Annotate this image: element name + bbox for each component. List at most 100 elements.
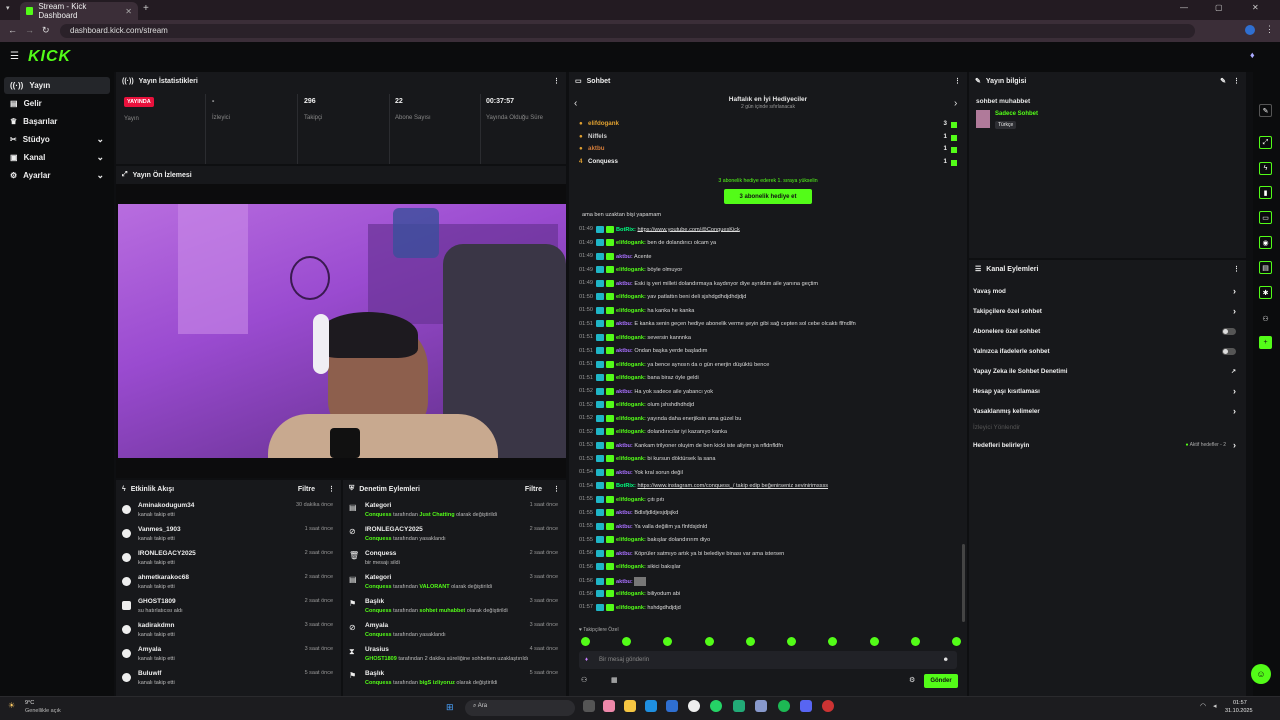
chat-message[interactable]: 01:49 aktbu: Acente xyxy=(579,252,951,266)
emotes-only-toggle[interactable] xyxy=(1222,347,1236,355)
sidebar-item-studio[interactable]: ✂ Stüdyo ⌄ xyxy=(4,131,110,148)
kick-logo[interactable]: KICK xyxy=(28,48,71,66)
subscribers-only-toggle[interactable] xyxy=(1222,327,1236,335)
taskbar-search[interactable]: ⌕ Ara xyxy=(465,700,575,716)
users-tool-icon[interactable]: ⚇ xyxy=(1259,312,1272,325)
action-account-age[interactable]: Hesap yaşı kısıtlaması › xyxy=(973,382,1236,400)
edit-tool-icon[interactable]: ✎ xyxy=(1259,104,1272,117)
browser-menu-icon[interactable]: ⋮ xyxy=(1265,24,1274,35)
chat-message[interactable]: 01:52 elifdogank: dolandırıcılar iyi kaza… xyxy=(579,428,951,441)
stream-tool-icon[interactable]: ◉ xyxy=(1259,236,1272,249)
chat-message[interactable]: 01:55 aktbu: Bdlsfjdldjesjdjsjkd xyxy=(579,509,951,522)
action-set-goals[interactable]: Hedefleri belirleyin ● Aktif hedefler - 2… xyxy=(973,436,1236,454)
filter-button[interactable]: Filtre xyxy=(298,486,315,493)
activity-user[interactable]: IRONLEGACY2025 xyxy=(138,550,196,557)
activity-user[interactable]: Amyala xyxy=(138,646,161,653)
close-window-icon[interactable]: ✕ xyxy=(1252,3,1259,12)
emote-icon[interactable] xyxy=(622,637,632,646)
taskbar-folder-icon[interactable] xyxy=(624,700,636,712)
moderation-target[interactable]: IRONLEGACY2025 xyxy=(365,526,423,533)
emoji-picker-icon[interactable]: ☻ xyxy=(943,657,949,663)
taskbar-app-icon[interactable] xyxy=(733,700,745,712)
chat-message[interactable]: 01:51 elifdogank: ya bence aynısın da o g… xyxy=(579,360,951,374)
taskbar-app-icon[interactable] xyxy=(603,700,615,712)
wifi-icon[interactable]: ◠ xyxy=(1200,702,1206,710)
taskbar-discord-icon[interactable] xyxy=(800,700,812,712)
message-username[interactable]: elifdogank: xyxy=(616,604,646,610)
activity-user[interactable]: Aminakodugum34 xyxy=(138,502,194,509)
chat-message[interactable]: 01:56 aktbu: xyxy=(579,576,951,590)
message-username[interactable]: aktbu: xyxy=(616,578,633,584)
chat-message[interactable]: 01:50 elifdogank: ha kanka he kanka xyxy=(579,306,951,320)
moderation-actor[interactable]: Conquess xyxy=(365,632,392,638)
more-options-icon[interactable]: ⋮ xyxy=(328,485,335,493)
message-username[interactable]: elifdogank: xyxy=(616,267,646,273)
chat-message[interactable]: 01:49 BotRix: https://www.youtube.com/@Co… xyxy=(579,225,951,239)
card-tool-icon[interactable]: ▤ xyxy=(1259,261,1272,274)
message-username[interactable]: aktbu: xyxy=(616,253,633,259)
chat-message[interactable]: 01:51 elifdogank: bana biraz öyle geldi xyxy=(579,374,951,387)
chat-message[interactable]: 01:52 aktbu: Ha yok sadece aile yabancı y… xyxy=(579,387,951,401)
stream-category[interactable]: Sadece Sohbet xyxy=(995,111,1038,117)
emote-icon[interactable] xyxy=(869,637,879,646)
minimize-icon[interactable]: — xyxy=(1180,3,1188,12)
moderation-actor[interactable]: Conquess xyxy=(365,536,392,542)
moderation-actor[interactable]: Conquess xyxy=(365,584,392,590)
activity-user[interactable]: Vanmes_1903 xyxy=(138,526,181,533)
message-username[interactable]: aktbu: xyxy=(616,388,633,394)
message-username[interactable]: aktbu: xyxy=(616,510,633,516)
moderation-target[interactable]: Amyala xyxy=(365,622,388,629)
chat-message[interactable]: 01:56 elifdogank: biliyodum abi xyxy=(579,590,951,603)
activity-user[interactable]: kadirakdmn xyxy=(138,622,175,629)
message-username[interactable]: aktbu: xyxy=(616,348,633,354)
stream-preview-video[interactable] xyxy=(118,204,566,458)
message-username[interactable]: elifdogank: xyxy=(616,402,646,408)
moderation-actor[interactable]: Conquess xyxy=(365,608,392,614)
moderation-target[interactable]: Kategori xyxy=(365,502,391,509)
moderation-actor[interactable]: Conquess xyxy=(365,512,392,518)
chat-message[interactable]: 01:51 aktbu: Ondan başka yerde başladım xyxy=(579,347,951,360)
gift-subscription-button[interactable]: 3 abonelik hediye et xyxy=(724,189,812,204)
sidebar-item-channel[interactable]: ▣ Kanal ⌄ xyxy=(4,149,110,166)
taskbar-chrome-icon[interactable] xyxy=(688,700,700,712)
chat-message[interactable]: 01:54 aktbu: Yok kral sorun değil xyxy=(579,468,951,482)
address-bar[interactable]: dashboard.kick.com/stream xyxy=(60,24,1195,38)
taskbar-app-icon[interactable] xyxy=(755,700,767,712)
taskbar-edge-icon[interactable] xyxy=(645,700,657,712)
sidebar-item-stream[interactable]: ((·)) Yayın xyxy=(4,77,110,94)
sidebar-item-income[interactable]: ▤ Gelir xyxy=(4,95,110,112)
close-tab-icon[interactable]: ✕ xyxy=(125,7,132,16)
chat-message[interactable]: 01:51 aktbu: E kanka senin geçen hediye a… xyxy=(579,320,951,333)
moderation-target[interactable]: Kategori xyxy=(365,574,391,581)
message-username[interactable]: elifdogank: xyxy=(616,429,646,435)
emote-icon[interactable] xyxy=(787,637,797,646)
activity-user[interactable]: GHOST1809 xyxy=(138,598,176,605)
moderation-actor[interactable]: Conquess xyxy=(365,680,392,686)
chat-message[interactable]: 01:55 elifdogank: çıtı pıtı xyxy=(579,495,951,509)
message-username[interactable]: elifdogank: xyxy=(616,294,646,300)
action-ai-moderation[interactable]: Yapay Zeka ile Sohbet Denetimi ↗ xyxy=(973,362,1236,380)
chat-message[interactable]: 01:55 aktbu: Ya valla değilim ya flnfdsjd… xyxy=(579,522,951,536)
message-username[interactable]: aktbu: xyxy=(616,442,633,448)
emote-icon[interactable] xyxy=(581,637,590,646)
chat-message[interactable]: 01:50 elifdogank: yav patlattın beni deli… xyxy=(579,293,951,306)
chat-tools-icon[interactable]: ⚇ xyxy=(581,676,587,684)
message-username[interactable]: elifdogank: xyxy=(616,537,646,543)
taskbar-app-icon[interactable] xyxy=(822,700,834,712)
message-username[interactable]: elifdogank: xyxy=(616,240,646,246)
chat-message[interactable]: 01:53 elifdogank: bi kursun döktürsek la … xyxy=(579,455,951,468)
sidebar-item-achievements[interactable]: ♛ Başarılar xyxy=(4,113,110,130)
emote-icon[interactable] xyxy=(704,637,714,646)
moderation-target[interactable]: Conquess xyxy=(365,550,396,557)
info-tool-icon[interactable]: ▮ xyxy=(1259,186,1272,199)
add-widget-icon[interactable]: + xyxy=(1259,336,1272,349)
windows-start-icon[interactable]: ⊞ xyxy=(446,702,454,713)
chat-message[interactable]: 01:56 elifdogank: sikici bakışlar xyxy=(579,563,951,576)
chat-message[interactable]: 01:55 elifdogank: bakışlar dolandırırım d… xyxy=(579,536,951,549)
activity-user[interactable]: ahmetkarakoc68 xyxy=(138,574,189,581)
volume-icon[interactable]: ◂ xyxy=(1213,702,1217,710)
notifications-icon[interactable]: ♦ xyxy=(1250,50,1255,60)
message-username[interactable]: elifdogank: xyxy=(616,334,646,340)
sidebar-item-settings[interactable]: ⚙ Ayarlar ⌄ xyxy=(4,167,110,184)
chat-scrollbar[interactable] xyxy=(962,544,965,622)
